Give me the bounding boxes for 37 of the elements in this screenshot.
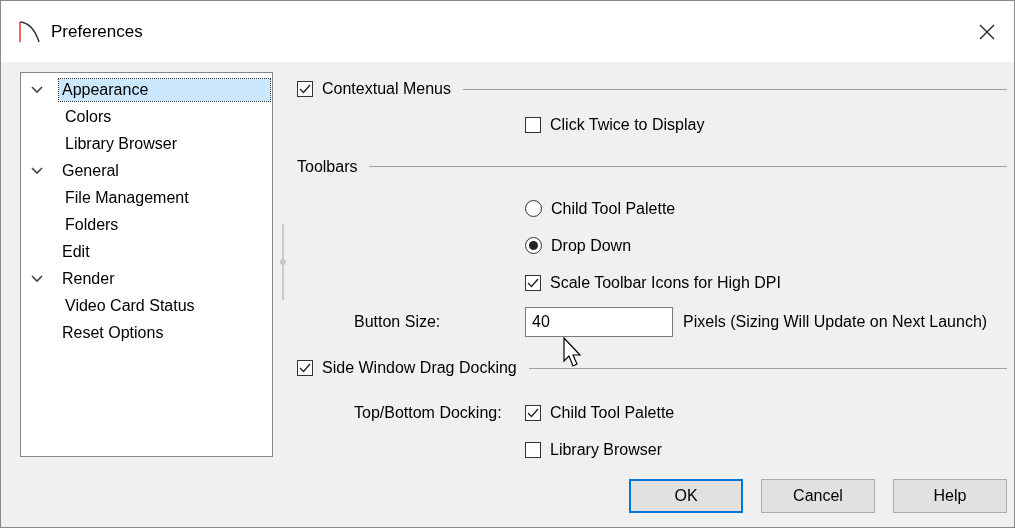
tree-item[interactable]: Reset Options — [59, 321, 167, 344]
checkmark-icon — [527, 407, 539, 418]
tree-item[interactable]: Appearance — [59, 78, 270, 101]
field-hint: Pixels (Sizing Will Update on Next Launch) — [683, 312, 988, 331]
chevron-icon[interactable] — [31, 274, 43, 283]
splitter-handle[interactable] — [278, 224, 288, 300]
tree-item[interactable]: General — [59, 159, 122, 182]
dialog-button[interactable]: OK — [629, 479, 743, 513]
field-label: Button Size: — [354, 312, 441, 331]
checkbox[interactable]: Child Tool Palette — [525, 403, 675, 422]
tree-item[interactable]: File Management — [62, 186, 192, 209]
option-label: Top/Bottom Docking: — [354, 403, 502, 422]
radio-button[interactable]: Child Tool Palette — [525, 199, 676, 218]
checkbox[interactable]: Library Browser — [525, 440, 663, 459]
tree-item[interactable]: Folders — [62, 213, 122, 236]
chevron-icon[interactable] — [31, 85, 43, 94]
close-icon — [979, 23, 995, 40]
app-logo-icon — [19, 19, 41, 44]
tree-item[interactable]: Edit — [59, 240, 93, 263]
dialog-button[interactable]: Cancel — [761, 479, 875, 513]
group-heading: Toolbars — [297, 157, 358, 176]
tree-item[interactable]: Colors — [62, 105, 115, 128]
checkbox[interactable]: Side Window Drag Docking — [297, 359, 517, 377]
input-field[interactable]: 40 — [525, 306, 673, 337]
checkmark-icon — [299, 363, 311, 373]
tree-item[interactable]: Render — [59, 267, 118, 290]
window-title: Preferences — [51, 21, 144, 42]
dialog-button[interactable]: Help — [893, 479, 1007, 513]
checkbox[interactable]: Contextual Menus — [297, 80, 451, 98]
tree-item[interactable]: Video Card Status — [62, 294, 198, 317]
chevron-icon[interactable] — [31, 166, 43, 175]
checkmark-icon — [299, 84, 311, 94]
checkbox[interactable]: Scale Toolbar Icons for High DPI — [525, 273, 781, 292]
radio-button[interactable]: Drop Down — [525, 236, 632, 255]
checkbox[interactable]: Click Twice to Display — [525, 115, 705, 134]
tree-item[interactable]: Library Browser — [62, 132, 181, 155]
checkmark-icon — [527, 277, 539, 288]
